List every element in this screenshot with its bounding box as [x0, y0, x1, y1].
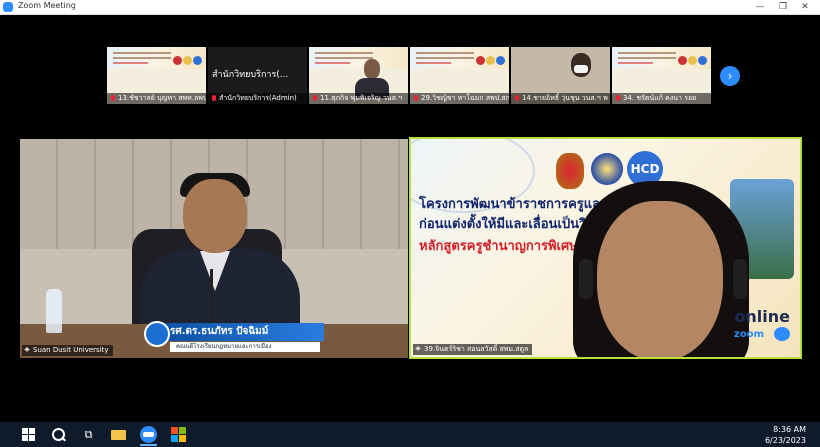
windows-start-icon[interactable]: [20, 426, 37, 443]
participant-name: 13.ชัชวาลย์ บุญทา สพท.ลพบุรี: [107, 93, 206, 104]
participant-tile[interactable]: สำนักวิทยบริการ(... สำนักวิทยบริการ(Admi…: [208, 47, 307, 104]
store-icon[interactable]: [170, 426, 187, 443]
muted-mic-icon: [515, 95, 519, 101]
participant-name-tag: 39.จินตร์ริชา สอนสวัสดิ์ สพม.สตูล: [413, 344, 533, 355]
title-bar: Zoom Meeting — ❐ ✕: [0, 0, 820, 15]
minimize-button[interactable]: —: [749, 0, 771, 14]
speaker-video-tile[interactable]: รศ.ดร.ธนภัทร ปัจฉิมม์ คณบดีโรงเรียนกฎหมา…: [20, 139, 408, 358]
microphone: [210, 269, 213, 329]
muted-mic-icon: [313, 95, 317, 101]
active-speaker-video-tile[interactable]: HCD โครงการพัฒนาข้าราชการครูและบุ ก่อนแต…: [409, 137, 802, 359]
muted-mic-icon: [111, 95, 115, 101]
windows-taskbar: ⧉ 8:36 AM 6/23/2023: [0, 422, 820, 447]
zoom-camera-icon: [774, 327, 790, 341]
window-title: Zoom Meeting: [18, 1, 76, 10]
participant-name: สำนักวิทยบริการ(Admin): [208, 93, 307, 104]
participant-tile[interactable]: 34. ชรัตน์แก้ คงนา รอย: [612, 47, 711, 104]
gallery-next-button[interactable]: ›: [720, 66, 740, 86]
zoom-taskbar-icon[interactable]: [140, 426, 157, 443]
lower-third-caption: รศ.ดร.ธนภัทร ปัจฉิมม์ คณบดีโรงเรียนกฎหมา…: [132, 321, 332, 355]
university-logo-icon: [144, 321, 170, 347]
clock-time: 8:36 AM: [773, 425, 806, 434]
slide-title-line: โครงการพัฒนาข้าราชการครูและบุ: [419, 197, 616, 212]
participant-name: 11.สุภกิจ พุ่มพิเจริญ วนส.ฯ: [309, 93, 408, 104]
participant-name: 29.วิชญ์ชา หาโฉมก สพป.สก: [410, 93, 509, 104]
close-button[interactable]: ✕: [794, 0, 816, 14]
participant-tile[interactable]: 13.ชัชวาลย์ บุญทา สพท.ลพบุรี: [107, 47, 206, 104]
muted-mic-icon: [212, 95, 216, 101]
participant-tile[interactable]: 29.วิชญ์ชา หาโฉมก สพป.สก: [410, 47, 509, 104]
online-label: online: [734, 307, 790, 326]
zoom-app-icon: [3, 2, 13, 12]
participant-tile[interactable]: 14.ชายอิทธิ์ วุ่นชุน วนส.ฯ พ: [511, 47, 610, 104]
slide-subtitle: หลักสูตรครูชำนาญการพิเศษ ระ: [419, 239, 597, 254]
headset: [579, 259, 593, 299]
search-icon[interactable]: [50, 426, 67, 443]
clock-date: 6/23/2023: [764, 436, 806, 445]
system-clock[interactable]: 8:36 AM 6/23/2023: [765, 424, 806, 446]
pin-icon: [24, 347, 30, 353]
water-bottle: [46, 289, 62, 333]
participant-tile[interactable]: 11.สุภกิจ พุ่มพิเจริญ วนส.ฯ: [309, 47, 408, 104]
ministry-emblem-icon: [556, 153, 584, 189]
task-view-icon[interactable]: ⧉: [80, 426, 97, 443]
participant-name: 34. ชรัตน์แก้ คงนา รอย: [612, 93, 711, 104]
caption-name: รศ.ดร.ธนภัทร ปัจฉิมม์: [154, 323, 324, 341]
participant-name: 14.ชายอิทธิ์ วุ่นชุน วนส.ฯ พ: [511, 93, 610, 104]
university-seal-icon: [591, 153, 623, 185]
file-explorer-icon[interactable]: [110, 426, 127, 443]
restore-button[interactable]: ❐: [772, 0, 794, 14]
muted-mic-icon: [414, 95, 418, 101]
participant-gallery: 13.ชัชวาลย์ บุญทา สพท.ลพบุรี สำนักวิทยบร…: [0, 47, 820, 105]
zoom-label: zoom: [734, 329, 764, 340]
participant-label: สำนักวิทยบริการ(...: [212, 70, 289, 80]
muted-mic-icon: [616, 95, 620, 101]
slide-title-line: ก่อนแต่งตั้งให้มีและเลื่อนเป็นวิทย: [419, 217, 603, 232]
pin-icon: [415, 346, 421, 352]
caption-title: คณบดีโรงเรียนกฎหมายและการเมือง: [170, 342, 320, 352]
participant-name-tag: Suan Dusit University: [22, 345, 113, 356]
